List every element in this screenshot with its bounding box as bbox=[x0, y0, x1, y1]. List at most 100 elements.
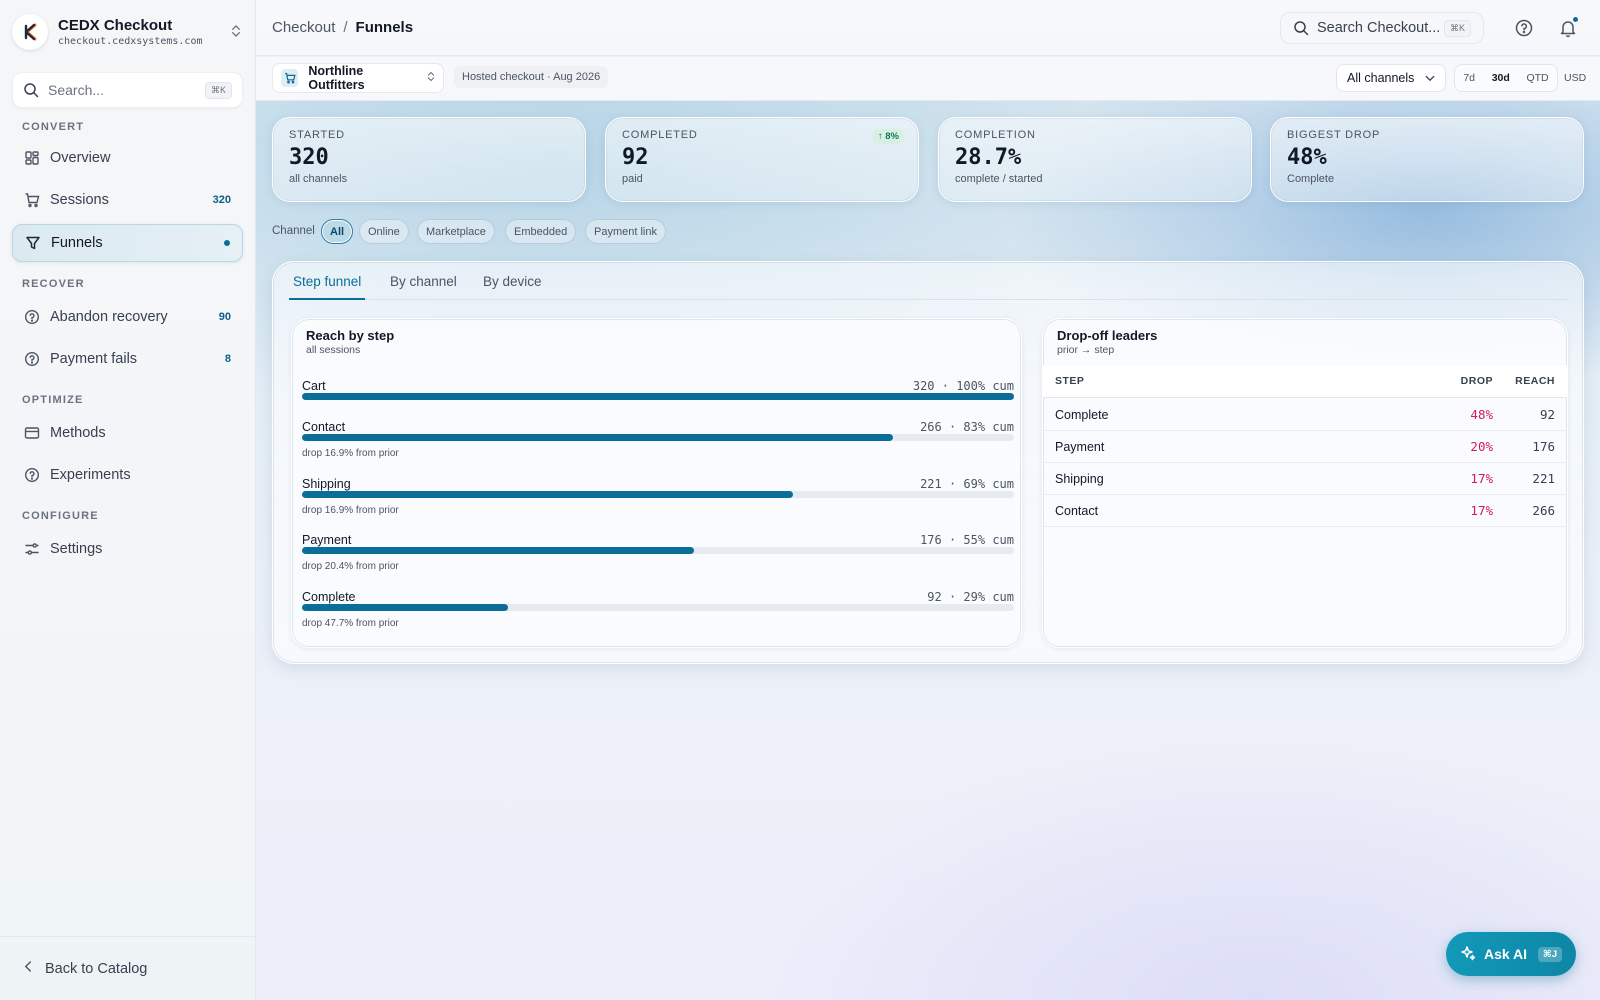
sidebar-item-methods[interactable]: Methods bbox=[12, 414, 243, 452]
sidebar: CEDX Checkout checkout.cedxsystems.com S… bbox=[0, 0, 256, 1000]
ask-ai-label: Ask AI bbox=[1484, 946, 1528, 962]
cell-drop: 17% bbox=[1470, 503, 1493, 518]
step-name: Complete bbox=[302, 590, 356, 604]
sidebar-item-label: Overview bbox=[50, 150, 111, 166]
chevron-updown-icon bbox=[427, 71, 435, 85]
kpi-sub: paid bbox=[622, 173, 643, 185]
sliders-icon bbox=[24, 541, 40, 557]
step-meta: 320 · 100% cum bbox=[912, 379, 1014, 393]
search-icon bbox=[1293, 20, 1309, 36]
sidebar-item-experiments[interactable]: Experiments bbox=[12, 456, 243, 494]
table-row[interactable]: Shipping 17% 221 bbox=[1043, 463, 1567, 495]
help-icon[interactable] bbox=[1514, 18, 1534, 38]
global-search-shortcut: ⌘K bbox=[1443, 19, 1471, 37]
back-to-catalog-link[interactable]: Back to Catalog bbox=[0, 936, 255, 1000]
sidebar-item-overview[interactable]: Overview bbox=[12, 139, 243, 177]
chip-marketplace[interactable]: Marketplace bbox=[417, 219, 495, 244]
sidebar-search-shortcut: ⌘K bbox=[204, 81, 232, 99]
sidebar-item-sessions[interactable]: Sessions 320 bbox=[12, 181, 243, 219]
chip-embedded[interactable]: Embedded bbox=[505, 219, 577, 244]
funnel-tabs: Step funnel By channel By device bbox=[289, 262, 1569, 300]
ask-ai-shortcut: ⌘J bbox=[1537, 946, 1562, 962]
breadcrumb-parent[interactable]: Checkout bbox=[272, 19, 335, 36]
step-bar-fill bbox=[302, 547, 694, 554]
ask-ai-button[interactable]: Ask AI ⌘J bbox=[1446, 932, 1576, 976]
currency-label: USD bbox=[1564, 72, 1587, 84]
step-bar-fill bbox=[302, 491, 794, 498]
cell-drop: 17% bbox=[1470, 471, 1493, 486]
nav-section-recover: RECOVER bbox=[22, 278, 85, 290]
global-search-input[interactable]: Search Checkout... ⌘K bbox=[1280, 12, 1484, 44]
cell-reach: 176 bbox=[1532, 439, 1555, 454]
sidebar-item-payment-fails[interactable]: Payment fails 8 bbox=[12, 340, 243, 378]
channel-filter-label: Channel bbox=[272, 225, 315, 237]
channel-dropdown-value: All channels bbox=[1347, 71, 1415, 85]
cell-drop: 20% bbox=[1470, 439, 1493, 454]
step-bar-fill bbox=[302, 434, 893, 441]
tab-by-channel[interactable]: By channel bbox=[390, 274, 457, 298]
card-subtitle: all sessions bbox=[306, 344, 361, 356]
drop-off-leaders-card: Drop-off leaders prior → step STEP DROP … bbox=[1042, 318, 1568, 648]
cell-step: Payment bbox=[1055, 439, 1105, 454]
sidebar-search-input[interactable]: Search... ⌘K bbox=[12, 72, 243, 108]
cell-reach: 92 bbox=[1539, 407, 1555, 422]
nav-section-optimize: OPTIMIZE bbox=[22, 394, 84, 406]
table-row[interactable]: Payment 20% 176 bbox=[1043, 431, 1567, 463]
range-option-qtd[interactable]: QTD bbox=[1526, 72, 1548, 84]
cell-step: Contact bbox=[1055, 503, 1099, 518]
kpi-label: COMPLETED bbox=[622, 129, 698, 141]
sidebar-item-label: Settings bbox=[50, 541, 103, 557]
kpi-value: 92 bbox=[622, 145, 649, 170]
card-icon bbox=[24, 425, 40, 441]
chip-payment-link[interactable]: Payment link bbox=[585, 219, 666, 244]
notification-dot bbox=[1572, 16, 1579, 23]
active-indicator-dot bbox=[224, 240, 230, 246]
channel-dropdown[interactable]: All channels bbox=[1336, 64, 1446, 92]
sidebar-item-funnels[interactable]: Funnels bbox=[12, 224, 243, 262]
card-subtitle: prior → step bbox=[1057, 344, 1115, 356]
table-row[interactable]: Complete 48% 92 bbox=[1043, 399, 1567, 431]
step-bar-track bbox=[302, 491, 1014, 498]
sidebar-item-label: Experiments bbox=[50, 467, 131, 483]
trend-badge: ↑ 8% bbox=[872, 129, 904, 144]
chevron-left-icon bbox=[24, 960, 33, 977]
card-title: Reach by step bbox=[306, 328, 395, 343]
bell-icon[interactable] bbox=[1558, 16, 1579, 38]
chevron-down-icon bbox=[1425, 71, 1435, 85]
range-option-30d[interactable]: 30d bbox=[1492, 72, 1510, 84]
date-range-toggle: 7d 30d QTD bbox=[1454, 64, 1558, 92]
step-name: Payment bbox=[302, 533, 352, 547]
app-domain: checkout.cedxsystems.com bbox=[58, 36, 203, 47]
sidebar-search-placeholder: Search... bbox=[48, 82, 105, 98]
topbar: Checkout / Funnels Search Checkout... ⌘K bbox=[256, 0, 1600, 56]
chip-online[interactable]: Online bbox=[359, 219, 409, 244]
column-header-step[interactable]: STEP bbox=[1055, 375, 1084, 387]
help-circle-icon bbox=[24, 309, 40, 325]
sidebar-item-settings[interactable]: Settings bbox=[12, 530, 243, 568]
kpi-card-completion: COMPLETION 28.7% complete / started bbox=[938, 117, 1252, 202]
sidebar-item-count: 320 bbox=[212, 194, 231, 206]
step-name: Cart bbox=[302, 379, 326, 393]
cell-step: Complete bbox=[1055, 407, 1109, 422]
table-row[interactable]: Contact 17% 266 bbox=[1043, 495, 1567, 527]
workspace-switcher[interactable]: CEDX Checkout checkout.cedxsystems.com bbox=[12, 12, 244, 52]
chevron-updown-icon[interactable] bbox=[228, 24, 244, 41]
sidebar-item-abandon-recovery[interactable]: Abandon recovery 90 bbox=[12, 298, 243, 336]
step-meta: 92 · 29% cum bbox=[927, 590, 1014, 604]
tab-by-device[interactable]: By device bbox=[483, 274, 542, 298]
cell-reach: 266 bbox=[1532, 503, 1555, 518]
step-drop-note: drop 47.7% from prior bbox=[302, 618, 399, 629]
step-drop-note: drop 16.9% from prior bbox=[302, 448, 399, 459]
range-option-7d[interactable]: 7d bbox=[1463, 72, 1475, 84]
step-bar-track bbox=[302, 547, 1014, 554]
context-bar: Northline Outfitters Hosted checkout · A… bbox=[256, 57, 1600, 101]
sidebar-item-label: Payment fails bbox=[50, 351, 138, 367]
cell-reach: 221 bbox=[1532, 471, 1555, 486]
sidebar-item-count: 90 bbox=[218, 311, 231, 323]
reach-by-step-card: Reach by step all sessions Cart 320 · 10… bbox=[291, 318, 1022, 648]
column-header-reach[interactable]: REACH bbox=[1515, 375, 1555, 387]
column-header-drop[interactable]: DROP bbox=[1461, 375, 1493, 387]
chip-all[interactable]: All bbox=[321, 219, 354, 244]
tab-step-funnel[interactable]: Step funnel bbox=[289, 274, 366, 300]
store-selector[interactable]: Northline Outfitters bbox=[272, 63, 444, 93]
